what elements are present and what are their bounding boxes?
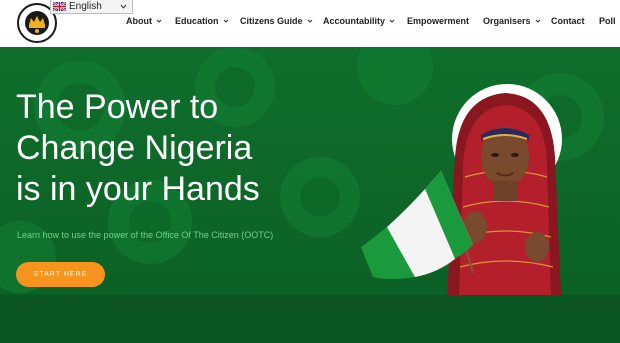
nav-item-label: Organisers — [483, 16, 531, 26]
nav-item-empowerment[interactable]: Empowerment — [407, 16, 469, 26]
nav-item-accountability[interactable]: Accountability — [323, 16, 395, 26]
nav-item-label: Empowerment — [407, 16, 470, 26]
nav-item-citizens-guide[interactable]: Citizens Guide — [240, 16, 313, 26]
chevron-down-icon — [535, 19, 540, 23]
hero-section: The Power to Change Nigeria is in your H… — [0, 47, 620, 343]
nav-item-label: Citizens Guide — [240, 16, 303, 26]
nav-item-contact[interactable]: Contact — [551, 16, 585, 26]
chevron-down-icon — [223, 19, 228, 23]
uk-flag-icon — [53, 2, 66, 11]
chevron-down-icon — [389, 19, 395, 23]
nav-item-label: Contact — [551, 16, 585, 26]
chevron-down-icon — [307, 19, 312, 23]
start-here-button[interactable]: START HERE — [16, 262, 105, 287]
language-label: English — [69, 1, 102, 12]
nav-item-label: Accountability — [323, 16, 386, 26]
hero-title: The Power to Change Nigeria is in your H… — [16, 87, 316, 210]
nav-item-label: Poll — [599, 16, 616, 26]
woman-with-nigerian-flag-image — [361, 84, 562, 295]
hero-title-line: Change Nigeria — [16, 129, 253, 167]
nav-item-label: About — [126, 16, 152, 26]
nav-item-poll[interactable]: Poll — [599, 16, 616, 26]
chevron-down-icon — [120, 4, 127, 9]
nav-item-education[interactable]: Education — [175, 16, 229, 26]
hero-title-line: The Power to — [16, 88, 219, 126]
nav-item-label: Education — [175, 16, 219, 26]
hero-subtitle: Learn how to use the power of the Office… — [17, 230, 274, 240]
chevron-down-icon — [156, 19, 162, 23]
hero-bottom-band — [0, 295, 620, 343]
nav-item-about[interactable]: About — [126, 16, 162, 26]
site-header: English About Education Citizens Guide A… — [0, 0, 620, 47]
hero-title-line: is in your Hands — [16, 170, 260, 208]
language-selector[interactable]: English — [50, 0, 133, 14]
nav-item-organisers[interactable]: Organisers — [483, 16, 541, 26]
